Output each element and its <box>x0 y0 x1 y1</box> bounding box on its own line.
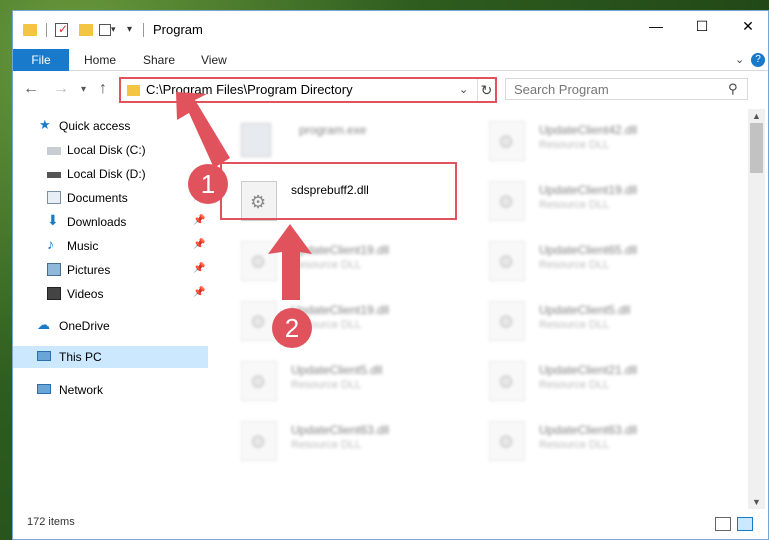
sidebar-item-downloads[interactable]: ⬇ Downloads 📌 <box>13 211 208 233</box>
sidebar-item-onedrive[interactable]: ☁ OneDrive <box>13 315 208 337</box>
item-count: 172 items <box>27 516 75 528</box>
videos-icon <box>47 287 61 300</box>
search-placeholder: Search Program <box>514 82 609 97</box>
dll-file-icon <box>489 361 525 401</box>
pc-icon <box>37 351 51 361</box>
file-item[interactable]: UpdateClient63.dll Resource DLL <box>483 417 713 473</box>
properties-icon[interactable] <box>99 24 111 36</box>
file-item[interactable]: UpdateClient19.dll Resource DLL <box>483 177 713 233</box>
title-bar: ✓ ▾ ▾ Program — ☐ ✕ <box>13 11 768 49</box>
music-icon: ♪ <box>47 236 54 252</box>
large-icons-view-icon[interactable] <box>737 517 753 531</box>
step-1-badge: 1 <box>188 164 228 204</box>
file-item[interactable]: UpdateClient21.dll Resource DLL <box>483 357 713 413</box>
file-item[interactable]: UpdateClient5.dll Resource DLL <box>483 297 713 353</box>
help-icon[interactable]: ? <box>751 53 765 67</box>
sidebar-item-local-disk-c[interactable]: Local Disk (C:) <box>13 139 208 161</box>
recent-locations-icon[interactable]: ▾ <box>81 84 86 95</box>
sidebar-item-videos[interactable]: Videos 📌 <box>13 283 208 305</box>
dll-file-icon <box>489 421 525 461</box>
dll-file-icon <box>241 301 277 341</box>
cloud-icon: ☁ <box>37 317 50 332</box>
search-input[interactable]: Search Program ⚲ <box>505 78 748 100</box>
address-bar[interactable]: C:\Program Files\Program Directory ⌄ ↻ <box>119 77 497 103</box>
details-view-icon[interactable] <box>715 517 731 531</box>
dll-file-icon <box>489 121 525 161</box>
step-2-badge: 2 <box>272 308 312 348</box>
chevron-down-icon[interactable]: ⌄ <box>459 83 468 96</box>
address-path[interactable]: C:\Program Files\Program Directory <box>146 82 353 97</box>
exe-file-icon <box>241 123 271 157</box>
new-folder-icon[interactable] <box>79 24 93 36</box>
vertical-scrollbar[interactable]: ▲ ▼ <box>748 109 765 509</box>
dll-file-icon <box>489 301 525 341</box>
scroll-up-icon[interactable]: ▲ <box>752 111 761 121</box>
toolbar-separator <box>46 23 47 37</box>
tab-home[interactable]: Home <box>84 49 116 71</box>
file-item[interactable]: UpdateClient5.dll Resource DLL <box>235 357 465 413</box>
sidebar-item-documents[interactable]: Documents 📌 <box>13 187 208 209</box>
scroll-thumb[interactable] <box>750 123 763 173</box>
close-button[interactable]: ✕ <box>725 11 769 41</box>
dll-file-icon <box>241 241 277 281</box>
chevron-down-icon[interactable]: ▾ <box>111 24 116 42</box>
properties-check-icon[interactable]: ✓ <box>55 22 68 37</box>
folder-icon <box>127 85 140 96</box>
network-icon <box>37 384 51 394</box>
file-item[interactable]: UpdateClient19.dll Resource DLL <box>235 297 465 353</box>
refresh-icon[interactable]: ↻ <box>477 79 495 101</box>
toolbar-separator <box>143 23 144 37</box>
sidebar-item-pictures[interactable]: Pictures 📌 <box>13 259 208 281</box>
window-title: Program <box>153 22 203 37</box>
file-item[interactable]: UpdateClient19.dll Resource DLL <box>235 237 465 293</box>
navigation-pane: ★ Quick access Local Disk (C:) Local Dis… <box>13 109 208 509</box>
dll-file-icon <box>241 361 277 401</box>
status-bar: 172 items <box>13 511 768 539</box>
sidebar-item-music[interactable]: ♪ Music 📌 <box>13 235 208 257</box>
sidebar-item-network[interactable]: Network <box>13 379 208 401</box>
up-arrow-icon[interactable]: ↑ <box>99 80 107 98</box>
forward-arrow-icon[interactable]: → <box>53 80 69 98</box>
folder-icon <box>23 24 37 36</box>
star-icon: ★ <box>39 117 51 132</box>
drive-icon <box>47 147 61 155</box>
download-icon: ⬇ <box>47 212 59 228</box>
pictures-icon <box>47 263 61 276</box>
ribbon-tabs: File Home Share View ⌄ ? <box>13 49 768 71</box>
tab-share[interactable]: Share <box>143 49 175 71</box>
documents-icon <box>47 191 61 204</box>
tab-view[interactable]: View <box>201 49 227 71</box>
tab-file[interactable]: File <box>13 49 69 71</box>
sidebar-item-this-pc[interactable]: This PC <box>13 346 208 368</box>
minimize-button[interactable]: — <box>633 11 679 41</box>
file-explorer-window: ✓ ▾ ▾ Program — ☐ ✕ File Home Share View… <box>12 10 769 540</box>
maximize-button[interactable]: ☐ <box>679 11 725 41</box>
dll-file-icon <box>489 241 525 281</box>
back-arrow-icon[interactable]: ← <box>23 80 39 98</box>
pin-icon[interactable]: 📌 <box>193 263 205 274</box>
sidebar-item-quick-access[interactable]: ★ Quick access <box>13 115 208 137</box>
file-item[interactable]: UpdateClient42.dll Resource DLL <box>483 117 713 173</box>
scroll-down-icon[interactable]: ▼ <box>752 497 761 507</box>
highlight-box-file <box>220 162 457 220</box>
customize-toolbar-icon[interactable]: ▾ <box>127 24 132 42</box>
file-item[interactable]: UpdateClient65.dll Resource DLL <box>483 237 713 293</box>
sidebar-item-local-disk-d[interactable]: Local Disk (D:) <box>13 163 208 185</box>
dll-file-icon <box>241 421 277 461</box>
pin-icon[interactable]: 📌 <box>193 239 205 250</box>
pin-icon[interactable]: 📌 <box>193 287 205 298</box>
pin-icon[interactable]: 📌 <box>193 215 205 226</box>
expand-ribbon-icon[interactable]: ⌄ <box>735 53 744 66</box>
navigation-bar: ← → ▾ ↑ C:\Program Files\Program Directo… <box>13 72 768 106</box>
drive-icon <box>47 172 61 178</box>
file-item[interactable]: UpdateClient63.dll Resource DLL <box>235 417 465 473</box>
search-icon[interactable]: ⚲ <box>728 81 738 97</box>
dll-file-icon <box>489 181 525 221</box>
